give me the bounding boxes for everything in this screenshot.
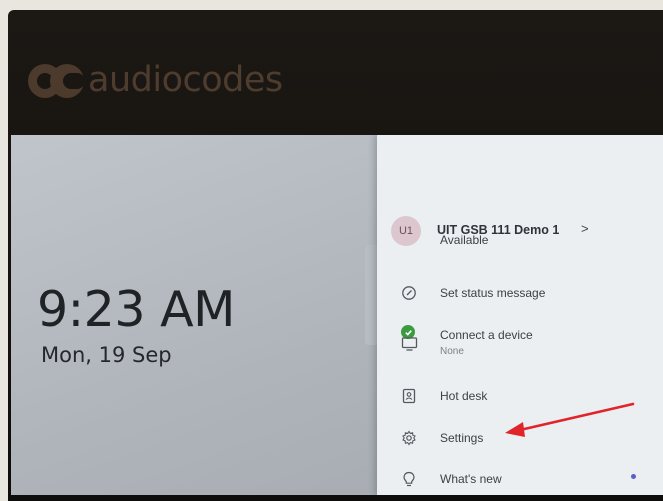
hot-desk-badge-icon <box>399 386 419 406</box>
lightbulb-icon <box>399 469 419 489</box>
device-screen: 9:23 AM Mon, 19 Sep U1 UIT GSB 111 Demo … <box>11 135 663 495</box>
menu-item-set-status-message[interactable]: Set status message <box>377 280 663 306</box>
edit-status-icon <box>399 283 419 303</box>
audiocodes-logo-mark-icon <box>28 60 85 100</box>
menu-item-settings[interactable]: Settings <box>377 425 663 451</box>
clock-time: 9:23 AM <box>37 281 235 338</box>
account-menu-panel: U1 UIT GSB 111 Demo 1 > Available Set st… <box>377 135 663 495</box>
brand-logo: audiocodes <box>28 58 283 102</box>
monitor-icon <box>399 334 419 354</box>
gear-icon <box>399 428 419 448</box>
menu-item-label: Set status message <box>440 286 546 300</box>
menu-item-available[interactable]: Available <box>377 227 663 339</box>
new-indicator-dot <box>631 474 636 479</box>
clock-date: Mon, 19 Sep <box>41 343 172 367</box>
panel-edge-handle <box>365 245 377 345</box>
menu-item-sublabel: None <box>440 346 464 357</box>
menu-item-hot-desk[interactable]: Hot desk <box>377 383 663 409</box>
menu-item-label: Connect a device <box>440 328 533 342</box>
menu-item-connect-device[interactable]: Connect a device None <box>377 325 663 361</box>
brand-logo-text: audiocodes <box>88 60 283 100</box>
menu-item-label: Settings <box>440 431 484 445</box>
menu-item-label: Hot desk <box>440 389 488 403</box>
user-profile-item[interactable]: U1 UIT GSB 111 Demo 1 > <box>377 173 663 246</box>
menu-item-label: What's new <box>440 472 502 486</box>
menu-item-whats-new[interactable]: What's new <box>377 466 663 492</box>
menu-item-label: Available <box>440 233 489 247</box>
